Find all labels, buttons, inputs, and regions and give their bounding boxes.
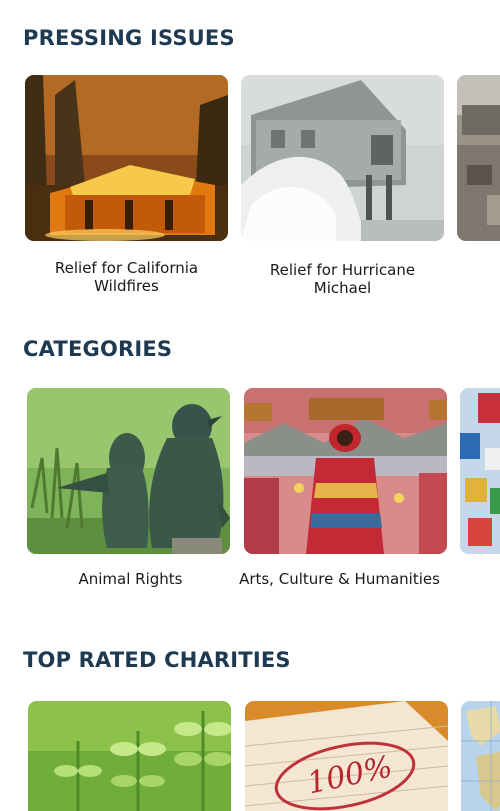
card-carousel[interactable]: 100%: [0, 701, 500, 811]
section-title: TOP RATED CHARITIES: [23, 648, 291, 672]
penguins-image: [27, 388, 230, 554]
card-carousel[interactable]: Relief for California Wildfires Relief f…: [0, 75, 500, 297]
card-arts-culture[interactable]: [244, 388, 447, 554]
section-title: CATEGORIES: [23, 337, 173, 361]
card-hurricane-michael[interactable]: [241, 75, 444, 241]
card-label: Animal Rights: [78, 570, 183, 588]
card-label: Relief for Hurricane Michael: [269, 261, 416, 297]
seedlings-image: [28, 701, 231, 811]
world-map-image: [461, 701, 500, 811]
hurricane-image: [241, 75, 444, 241]
flags-image: [460, 388, 500, 554]
card-storm-peek[interactable]: [457, 75, 500, 241]
storm-debris-image: [457, 75, 500, 241]
card-flags-peek[interactable]: [460, 388, 500, 554]
card-label: Relief for California Wildfires: [54, 259, 199, 295]
card-california-wildfires[interactable]: [25, 75, 228, 241]
card-animal-rights[interactable]: [27, 388, 230, 554]
percent-note-image: 100%: [245, 701, 448, 811]
folk-art-image: [244, 388, 447, 554]
card-world-map-peek[interactable]: [461, 701, 500, 811]
section-title: PRESSING ISSUES: [23, 26, 235, 50]
card-green-seedlings[interactable]: [28, 701, 231, 811]
card-carousel[interactable]: Animal Rights Arts, Culture & Humanities: [0, 388, 500, 588]
card-100-percent[interactable]: 100%: [245, 701, 448, 811]
wildfire-image: [25, 75, 228, 241]
card-label: Arts, Culture & Humanities: [239, 570, 440, 588]
